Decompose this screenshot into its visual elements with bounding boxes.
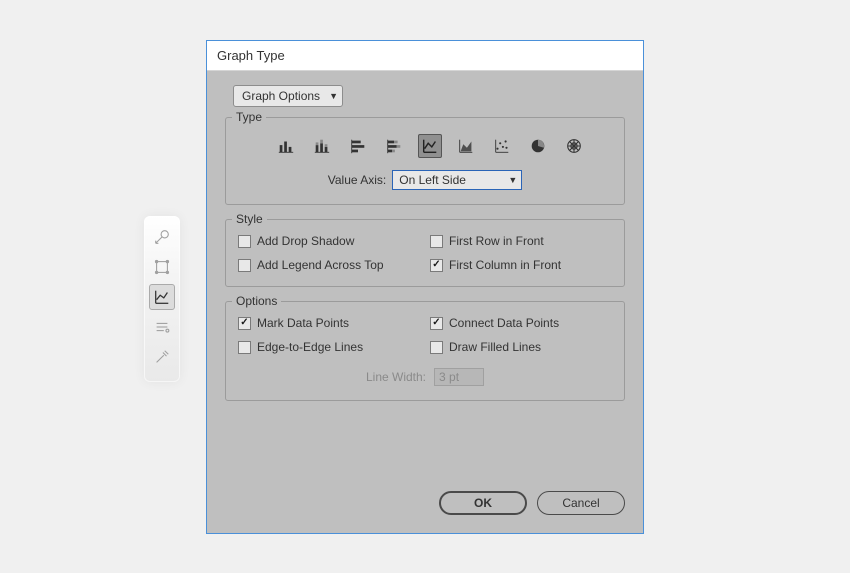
checkbox-label: Add Legend Across Top: [257, 258, 384, 272]
graph-type-icons-row: [236, 128, 614, 170]
free-transform-tool-icon[interactable]: [149, 254, 175, 280]
checkbox-label: Mark Data Points: [257, 316, 349, 330]
bar-graph-icon[interactable]: [346, 134, 370, 158]
options-fieldset: Options Mark Data Points Connect Data Po…: [225, 301, 625, 401]
checkbox-box: [238, 235, 251, 248]
checkbox-box: [430, 259, 443, 272]
cancel-button-label: Cancel: [562, 496, 599, 510]
checkbox-label: First Row in Front: [449, 234, 544, 248]
checkbox-edge-to-edge-lines[interactable]: Edge-to-Edge Lines: [238, 340, 420, 354]
checkbox-add-drop-shadow[interactable]: Add Drop Shadow: [238, 234, 420, 248]
stacked-bar-graph-icon[interactable]: [382, 134, 406, 158]
style-fieldset: Style Add Drop Shadow First Row in Front…: [225, 219, 625, 287]
checkbox-add-legend-across-top[interactable]: Add Legend Across Top: [238, 258, 420, 272]
ok-button-label: OK: [474, 496, 492, 510]
checkbox-box: [238, 317, 251, 330]
value-axis-select[interactable]: On Left Side ▼: [392, 170, 522, 190]
checkbox-box: [430, 317, 443, 330]
chevron-down-icon: ▼: [508, 175, 517, 185]
graph-options-selector-label: Graph Options: [242, 89, 320, 103]
dialog-footer: OK Cancel: [225, 471, 625, 515]
scale-tool-icon[interactable]: [149, 224, 175, 250]
pie-graph-icon[interactable]: [526, 134, 550, 158]
column-graph-icon[interactable]: [274, 134, 298, 158]
line-width-field: 3 pt: [434, 368, 484, 386]
eyedropper-tool-icon[interactable]: [149, 344, 175, 370]
line-graph-icon[interactable]: [418, 134, 442, 158]
tool-palette: [144, 216, 180, 382]
checkbox-draw-filled-lines[interactable]: Draw Filled Lines: [430, 340, 612, 354]
checkbox-label: Add Drop Shadow: [257, 234, 354, 248]
shape-builder-tool-icon[interactable]: [149, 314, 175, 340]
checkbox-box: [430, 341, 443, 354]
dialog-body: Graph Options ▼ Type: [207, 71, 643, 533]
checkbox-box: [238, 259, 251, 272]
checkbox-label: Connect Data Points: [449, 316, 559, 330]
checkbox-label: First Column in Front: [449, 258, 561, 272]
checkbox-box: [430, 235, 443, 248]
chevron-down-icon: ▼: [329, 91, 338, 101]
style-legend: Style: [232, 212, 267, 226]
value-axis-select-value: On Left Side: [399, 173, 466, 187]
checkbox-label: Draw Filled Lines: [449, 340, 541, 354]
value-axis-row: Value Axis: On Left Side ▼: [236, 170, 614, 190]
type-legend: Type: [232, 110, 266, 124]
graph-type-dialog: Graph Type Graph Options ▼ Type: [206, 40, 644, 534]
checkbox-first-column-in-front[interactable]: First Column in Front: [430, 258, 612, 272]
checkbox-connect-data-points[interactable]: Connect Data Points: [430, 316, 612, 330]
type-fieldset: Type: [225, 117, 625, 205]
scatter-graph-icon[interactable]: [490, 134, 514, 158]
graph-options-selector[interactable]: Graph Options ▼: [233, 85, 343, 107]
cancel-button[interactable]: Cancel: [537, 491, 625, 515]
area-graph-icon[interactable]: [454, 134, 478, 158]
checkbox-mark-data-points[interactable]: Mark Data Points: [238, 316, 420, 330]
line-width-label: Line Width:: [366, 370, 426, 384]
dialog-title: Graph Type: [207, 41, 643, 71]
stacked-column-graph-icon[interactable]: [310, 134, 334, 158]
radar-graph-icon[interactable]: [562, 134, 586, 158]
checkbox-box: [238, 341, 251, 354]
ok-button[interactable]: OK: [439, 491, 527, 515]
line-graph-tool-icon[interactable]: [149, 284, 175, 310]
line-width-row: Line Width: 3 pt: [236, 368, 614, 386]
checkbox-first-row-in-front[interactable]: First Row in Front: [430, 234, 612, 248]
options-legend: Options: [232, 294, 281, 308]
value-axis-label: Value Axis:: [328, 173, 386, 187]
checkbox-label: Edge-to-Edge Lines: [257, 340, 363, 354]
